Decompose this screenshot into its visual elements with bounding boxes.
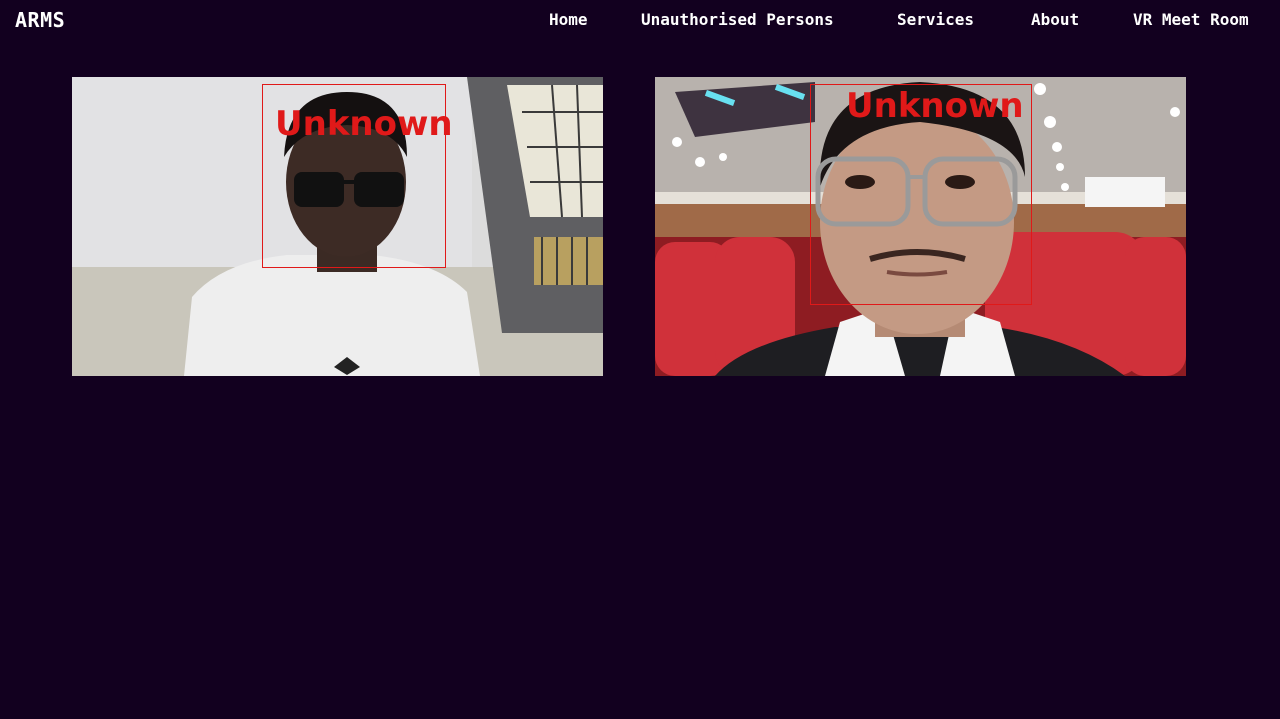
camera-feed-1: Unknown (72, 77, 603, 376)
nav-link-unauthorised-persons[interactable]: Unauthorised Persons (641, 10, 834, 29)
nav-link-about[interactable]: About (1031, 10, 1079, 29)
nav-link-services[interactable]: Services (897, 10, 974, 29)
nav-link-home[interactable]: Home (549, 10, 588, 29)
camera-feed-2: Unknown (655, 77, 1186, 376)
face-detection-label-1: Unknown (275, 104, 453, 144)
brand-logo[interactable]: ARMS (15, 8, 65, 32)
nav-link-vr-meet-room[interactable]: VR Meet Room (1133, 10, 1249, 29)
face-detection-label-2: Unknown (846, 86, 1024, 126)
top-navbar: ARMS Home Unauthorised Persons Services … (0, 0, 1280, 40)
